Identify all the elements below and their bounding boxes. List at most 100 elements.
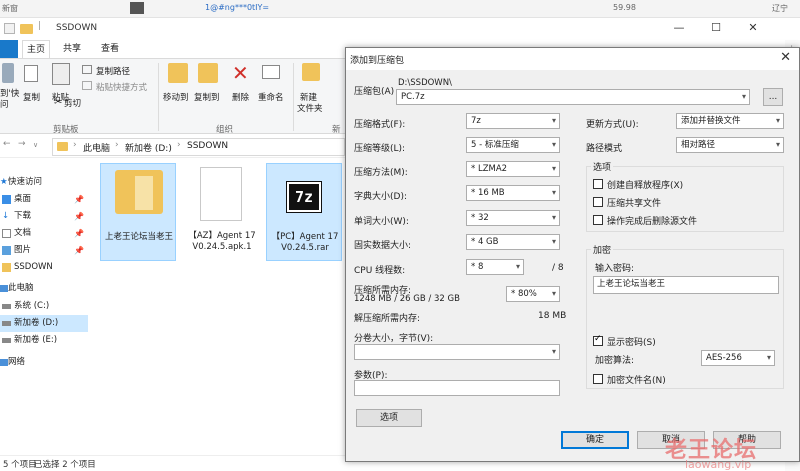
close-icon[interactable]: ✕: [780, 50, 791, 65]
breadcrumb-pc[interactable]: 此电脑: [83, 141, 110, 154]
separator-icon: |: [38, 21, 42, 31]
group-organize-label: 组织: [216, 125, 234, 135]
copy-icon[interactable]: [24, 65, 38, 82]
level-select[interactable]: 5 - 标准压缩 ▾: [466, 137, 560, 153]
nav-desktop[interactable]: 桌面 📌: [0, 191, 88, 208]
chevron-down-icon: ▾: [551, 164, 556, 173]
dictionary-label: 字典大小(D):: [354, 192, 407, 202]
copy-button[interactable]: 复制: [23, 91, 40, 103]
breadcrumb-drive[interactable]: 新加卷 (D:): [125, 141, 172, 154]
delete-after-checkbox[interactable]: [593, 215, 603, 225]
copy-to-button[interactable]: 复制到: [194, 91, 220, 103]
compress-shared-checkbox[interactable]: [593, 197, 603, 207]
dialog-title: 添加到压缩包: [350, 56, 405, 66]
parameters-input[interactable]: [354, 380, 560, 396]
threads-select[interactable]: * 8 ▾: [466, 259, 524, 275]
tab-view[interactable]: 查看: [96, 40, 124, 58]
nav-network[interactable]: 网络: [0, 354, 88, 371]
move-to-button[interactable]: 移动到: [163, 91, 189, 103]
chevron-down-icon: ▾: [551, 213, 556, 222]
file-item-rar[interactable]: 7z 【PC】Agent 17 V0.24.5.rar: [266, 163, 342, 261]
delete-icon[interactable]: ✕: [232, 61, 249, 85]
nav-quick-access[interactable]: ★ 快速访问: [0, 174, 88, 191]
format-select[interactable]: 7z ▾: [466, 113, 560, 129]
copy-path-button[interactable]: 复制路径: [96, 65, 130, 77]
nav-drive-c[interactable]: 系统 (C:): [0, 298, 88, 315]
check-icon[interactable]: [4, 23, 15, 34]
navigation-pane: ★ 快速访问 桌面 📌 ↓ 下载 📌 文档 📌 图片 📌 SSDOWN 此电脑 …: [0, 170, 88, 455]
zip-stripe-icon: [135, 176, 153, 210]
computer-icon: [0, 285, 8, 292]
background-page-strip: 新窗 1@#ng***0tIY= 59.98 辽宁: [0, 0, 800, 18]
create-sfx-checkbox[interactable]: [593, 179, 603, 189]
forward-arrow-icon[interactable]: →: [18, 139, 26, 149]
nav-drive-e[interactable]: 新加卷 (E:): [0, 332, 88, 349]
encryption-method-select[interactable]: AES-256 ▾: [701, 350, 775, 366]
watermark: 老王论坛 laowang.vip: [665, 432, 800, 471]
drive-icon: [2, 304, 11, 309]
browse-button[interactable]: ...: [763, 88, 783, 106]
ok-button[interactable]: 确定: [561, 431, 629, 449]
memory-usage-select[interactable]: * 80% ▾: [506, 286, 560, 302]
7zip-icon: 7z: [286, 181, 322, 213]
delete-button[interactable]: 删除: [232, 91, 249, 103]
back-arrow-icon[interactable]: ←: [3, 139, 11, 149]
word-size-select[interactable]: * 32 ▾: [466, 210, 560, 226]
close-icon[interactable]: ✕: [742, 21, 764, 37]
file-item-apk[interactable]: 【AZ】Agent 17 V0.24.5.apk.1: [184, 163, 260, 261]
rename-button[interactable]: 重命名: [258, 91, 284, 103]
split-size-combo[interactable]: ▾: [354, 344, 560, 360]
move-to-icon[interactable]: [168, 63, 188, 83]
archive-name-combo[interactable]: PC.7z ▾: [396, 89, 750, 105]
ribbon: 到'快 问 复制 粘贴 复制路径 粘贴快捷方式 ✂ 剪切 剪贴板 移动到 复制到…: [0, 58, 345, 135]
group-separator: [158, 63, 159, 131]
show-password-checkbox[interactable]: [593, 334, 603, 346]
nav-downloads[interactable]: ↓ 下载 📌: [0, 208, 88, 225]
level-label: 压缩等级(L):: [354, 144, 406, 154]
new-folder-button-line2[interactable]: 文件夹: [297, 102, 323, 114]
bg-text-right: 辽宁: [772, 4, 788, 13]
chevron-down-icon: ▾: [551, 289, 556, 298]
cut-button[interactable]: 剪切: [64, 97, 81, 109]
tab-file[interactable]: [0, 40, 18, 58]
password-input[interactable]: 上老王论坛当老王: [593, 276, 779, 294]
tab-share[interactable]: 共享: [58, 40, 86, 58]
minimize-icon[interactable]: —: [668, 21, 690, 37]
method-select[interactable]: * LZMA2 ▾: [466, 161, 560, 177]
encrypt-names-checkbox[interactable]: [593, 374, 603, 384]
update-mode-label: 更新方式(U):: [586, 120, 639, 130]
pin-icon[interactable]: [2, 63, 14, 83]
paste-shortcut-icon: [82, 81, 92, 90]
chevron-down-icon[interactable]: ∨: [33, 141, 38, 149]
pin-label[interactable]: 到'快 问: [0, 89, 19, 111]
paste-icon[interactable]: [52, 63, 70, 85]
nav-documents[interactable]: 文档 📌: [0, 225, 88, 242]
chevron-down-icon: ▾: [766, 353, 771, 362]
address-box[interactable]: › 此电脑 › 新加卷 (D:) › SSDOWN: [52, 138, 345, 156]
nav-ssdown[interactable]: SSDOWN: [0, 259, 88, 276]
rename-icon[interactable]: [262, 65, 280, 79]
copy-to-icon[interactable]: [198, 63, 218, 83]
nav-this-pc[interactable]: 此电脑: [0, 280, 88, 297]
split-size-label: 分卷大小，字节(V):: [354, 334, 434, 344]
bg-thumbnail: [130, 2, 144, 14]
dictionary-select[interactable]: * 16 MB ▾: [466, 185, 560, 201]
chevron-down-icon: ▾: [551, 347, 556, 356]
nav-pictures[interactable]: 图片 📌: [0, 242, 88, 259]
options-button[interactable]: 选项: [356, 409, 422, 427]
network-icon: [0, 359, 8, 366]
solid-size-select[interactable]: * 4 GB ▾: [466, 234, 560, 250]
nav-drive-d[interactable]: 新加卷 (D:): [0, 315, 88, 332]
maximize-icon[interactable]: ☐: [705, 21, 727, 37]
status-bar: 5 个项目 已选择 2 个项目: [0, 455, 345, 471]
breadcrumb-folder[interactable]: SSDOWN: [187, 141, 228, 151]
update-mode-select[interactable]: 添加并替换文件 ▾: [676, 113, 784, 129]
path-mode-select[interactable]: 相对路径 ▾: [676, 137, 784, 153]
paste-shortcut-button[interactable]: 粘贴快捷方式: [96, 81, 147, 93]
pin-icon: 📌: [74, 212, 84, 221]
tab-home[interactable]: 主页: [22, 40, 50, 58]
file-item-folder[interactable]: 上老王论坛当老王: [100, 163, 176, 261]
breadcrumb-sep-icon: ›: [73, 140, 77, 150]
bg-text-user: 1@#ng***0tIY=: [205, 3, 270, 12]
new-folder-icon[interactable]: [302, 63, 320, 81]
